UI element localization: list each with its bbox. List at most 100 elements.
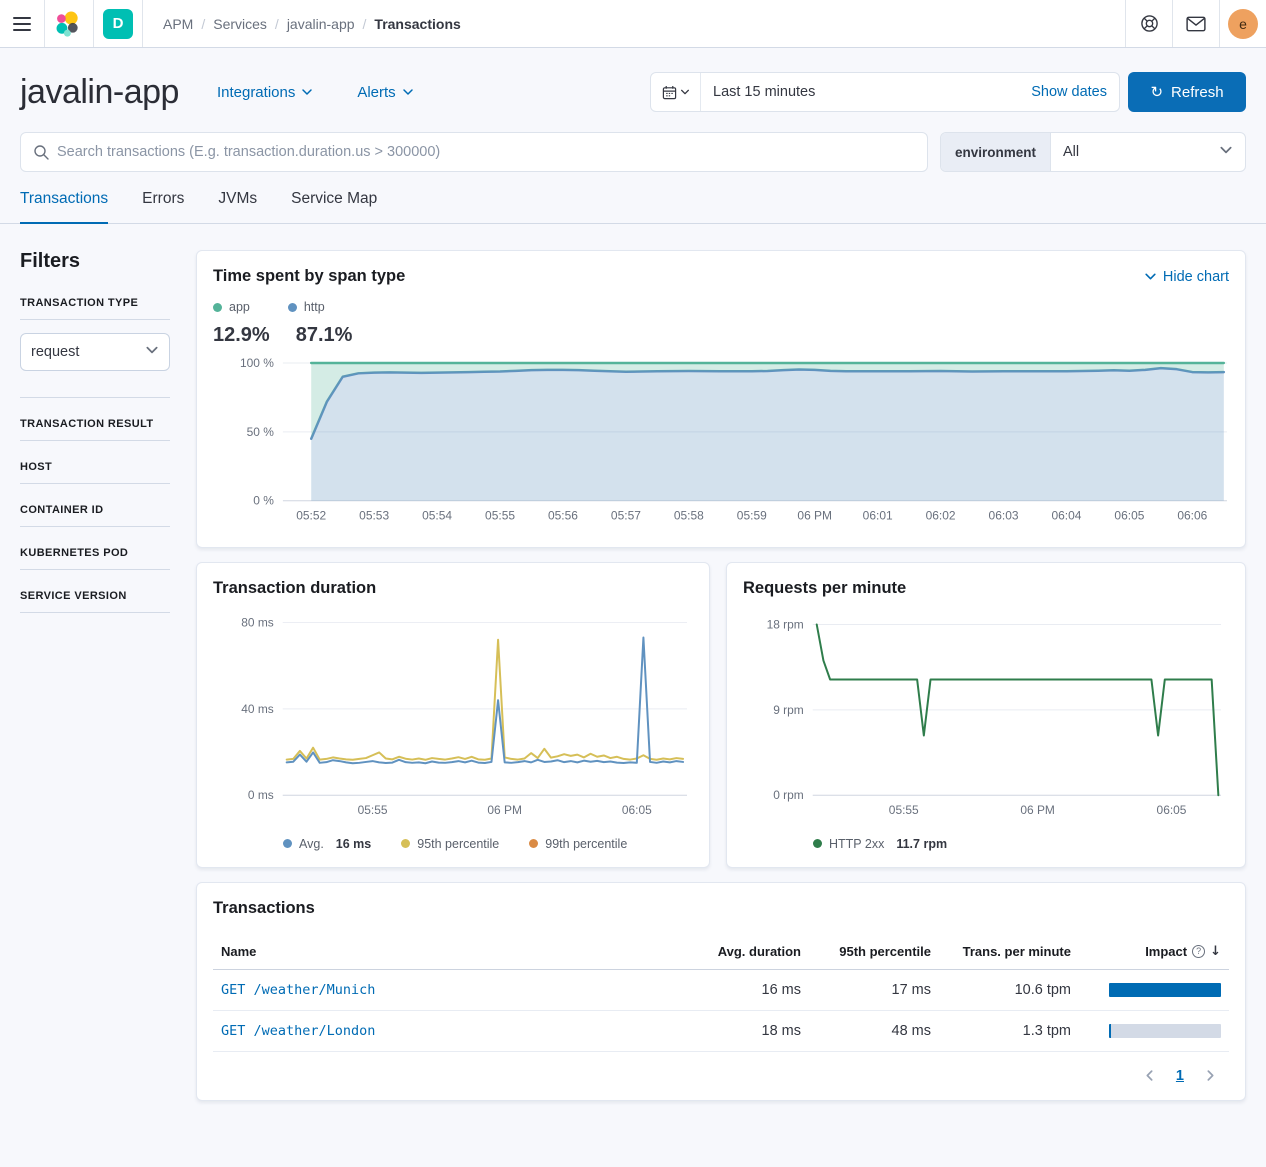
legend-dot-avg bbox=[283, 839, 292, 848]
transaction-link-london[interactable]: GET /weather/London bbox=[221, 1023, 375, 1039]
svg-text:100 %: 100 % bbox=[240, 356, 274, 370]
search-icon bbox=[33, 144, 49, 160]
mail-icon bbox=[1186, 16, 1206, 32]
breadcrumb-services[interactable]: Services bbox=[213, 16, 267, 32]
legend-dot-http-2xx bbox=[813, 839, 822, 848]
notifications-button[interactable] bbox=[1172, 0, 1219, 47]
filter-label-host: HOST bbox=[20, 461, 170, 473]
breadcrumb: APM / Services / javalin-app / Transacti… bbox=[163, 16, 461, 32]
search-transactions-input[interactable] bbox=[57, 144, 915, 160]
tpm-cell: 1.3 tpm bbox=[935, 1023, 1075, 1039]
impact-bar bbox=[1109, 983, 1221, 997]
page-title: javalin-app bbox=[20, 73, 179, 112]
rpm-value: 11.7 rpm bbox=[896, 837, 947, 851]
elastic-logo[interactable] bbox=[45, 0, 93, 47]
svg-text:05:56: 05:56 bbox=[548, 509, 578, 523]
environment-select[interactable]: environment All bbox=[940, 132, 1246, 172]
divider bbox=[142, 0, 143, 47]
svg-text:06 PM: 06 PM bbox=[1020, 803, 1055, 817]
transaction-duration-chart: 0 ms40 ms80 ms05:5506 PM06:05 bbox=[213, 606, 693, 829]
column-header-95th-percentile[interactable]: 95th percentile bbox=[805, 944, 935, 959]
topbar-actions: e bbox=[1125, 0, 1266, 47]
table-row: GET /weather/London 18 ms 48 ms 1.3 tpm bbox=[213, 1011, 1229, 1052]
svg-text:05:55: 05:55 bbox=[358, 803, 388, 817]
impact-help-icon[interactable]: ? bbox=[1192, 945, 1205, 958]
svg-text:9 rpm: 9 rpm bbox=[773, 702, 804, 716]
divider bbox=[20, 440, 170, 441]
svg-text:05:59: 05:59 bbox=[737, 509, 767, 523]
user-menu-button[interactable]: e bbox=[1219, 0, 1266, 47]
help-button[interactable] bbox=[1125, 0, 1172, 47]
chevron-down-icon bbox=[402, 86, 414, 98]
svg-text:06:04: 06:04 bbox=[1051, 509, 1081, 523]
chevron-down-icon bbox=[1144, 270, 1157, 283]
table-header-row: Name Avg. duration 95th percentile Trans… bbox=[213, 934, 1229, 970]
avg-duration-cell: 18 ms bbox=[685, 1023, 805, 1039]
divider bbox=[20, 569, 170, 570]
hide-chart-link[interactable]: Hide chart bbox=[1144, 269, 1229, 285]
alerts-menu[interactable]: Alerts bbox=[357, 84, 413, 101]
rpm-chart-legend: HTTP 2xx 11.7 rpm bbox=[813, 837, 1229, 851]
breadcrumb-apm[interactable]: APM bbox=[163, 16, 193, 32]
app-percentage: 12.9% bbox=[213, 324, 270, 347]
tab-jvms[interactable]: JVMs bbox=[218, 190, 257, 223]
rpm-chart-title: Requests per minute bbox=[743, 579, 1229, 598]
tab-transactions[interactable]: Transactions bbox=[20, 190, 108, 224]
svg-text:05:52: 05:52 bbox=[296, 509, 326, 523]
breadcrumb-separator: / bbox=[363, 16, 367, 32]
svg-text:06 PM: 06 PM bbox=[487, 803, 522, 817]
menu-button[interactable] bbox=[0, 0, 44, 47]
legend-dot-http bbox=[288, 303, 297, 312]
legend-item-95th[interactable]: 95th percentile bbox=[401, 837, 499, 851]
divider bbox=[20, 319, 170, 320]
breadcrumb-service-name[interactable]: javalin-app bbox=[287, 16, 355, 32]
legend-item-http-2xx[interactable]: HTTP 2xx 11.7 rpm bbox=[813, 837, 947, 851]
legend-dot-app bbox=[213, 303, 222, 312]
svg-text:06:01: 06:01 bbox=[863, 509, 893, 523]
filters-title: Filters bbox=[20, 250, 170, 273]
legend-item-app[interactable]: app bbox=[213, 300, 250, 314]
legend-dot-99th bbox=[529, 839, 538, 848]
svg-text:40 ms: 40 ms bbox=[241, 701, 274, 715]
svg-text:05:54: 05:54 bbox=[422, 509, 452, 523]
span-type-card: Time spent by span type Hide chart app h… bbox=[196, 250, 1246, 548]
svg-text:05:55: 05:55 bbox=[485, 509, 515, 523]
svg-text:80 ms: 80 ms bbox=[241, 615, 274, 629]
filters-sidebar: Filters TRANSACTION TYPE request TRANSAC… bbox=[20, 250, 170, 613]
svg-text:0 %: 0 % bbox=[253, 494, 274, 508]
transaction-duration-card: Transaction duration 0 ms40 ms80 ms05:55… bbox=[196, 562, 710, 868]
tab-service-map[interactable]: Service Map bbox=[291, 190, 377, 223]
transaction-link-munich[interactable]: GET /weather/Munich bbox=[221, 982, 375, 998]
tab-errors[interactable]: Errors bbox=[142, 190, 184, 223]
show-dates-link[interactable]: Show dates bbox=[1019, 84, 1119, 100]
filter-label-kubernetes-pod: KUBERNETES POD bbox=[20, 547, 170, 559]
integrations-menu[interactable]: Integrations bbox=[217, 84, 313, 101]
tpm-cell: 10.6 tpm bbox=[935, 982, 1075, 998]
divider bbox=[20, 483, 170, 484]
environment-label: environment bbox=[941, 133, 1051, 171]
legend-item-99th[interactable]: 99th percentile bbox=[529, 837, 627, 851]
filter-label-service-version: SERVICE VERSION bbox=[20, 590, 170, 602]
column-header-avg-duration[interactable]: Avg. duration bbox=[685, 944, 805, 959]
page-number[interactable]: 1 bbox=[1176, 1068, 1184, 1084]
quick-select-button[interactable] bbox=[651, 73, 701, 111]
table-row: GET /weather/Munich 16 ms 17 ms 10.6 tpm bbox=[213, 970, 1229, 1011]
chevron-right-icon bbox=[1204, 1069, 1217, 1082]
space-selector[interactable]: D bbox=[94, 0, 142, 47]
legend-item-http[interactable]: http bbox=[288, 300, 325, 314]
column-header-tpm[interactable]: Trans. per minute bbox=[935, 944, 1075, 959]
span-type-chart: 0 %50 %100 %05:5205:5305:5405:5505:5605:… bbox=[213, 355, 1229, 531]
legend-dot-95th bbox=[401, 839, 410, 848]
previous-page-button[interactable] bbox=[1143, 1069, 1156, 1082]
filter-label-container-id: CONTAINER ID bbox=[20, 504, 170, 516]
transactions-table: Name Avg. duration 95th percentile Trans… bbox=[213, 934, 1229, 1052]
column-header-name[interactable]: Name bbox=[217, 944, 685, 959]
date-range-value[interactable]: Last 15 minutes bbox=[701, 84, 1019, 100]
refresh-button[interactable]: ↻ Refresh bbox=[1128, 72, 1246, 112]
svg-text:06:05: 06:05 bbox=[622, 803, 652, 817]
transaction-type-select[interactable]: request bbox=[20, 333, 170, 371]
legend-item-avg[interactable]: Avg. 16 ms bbox=[283, 837, 371, 851]
next-page-button[interactable] bbox=[1204, 1069, 1217, 1082]
transactions-table-title: Transactions bbox=[213, 899, 1229, 918]
column-header-impact[interactable]: Impact ? ↓ bbox=[1075, 944, 1225, 959]
